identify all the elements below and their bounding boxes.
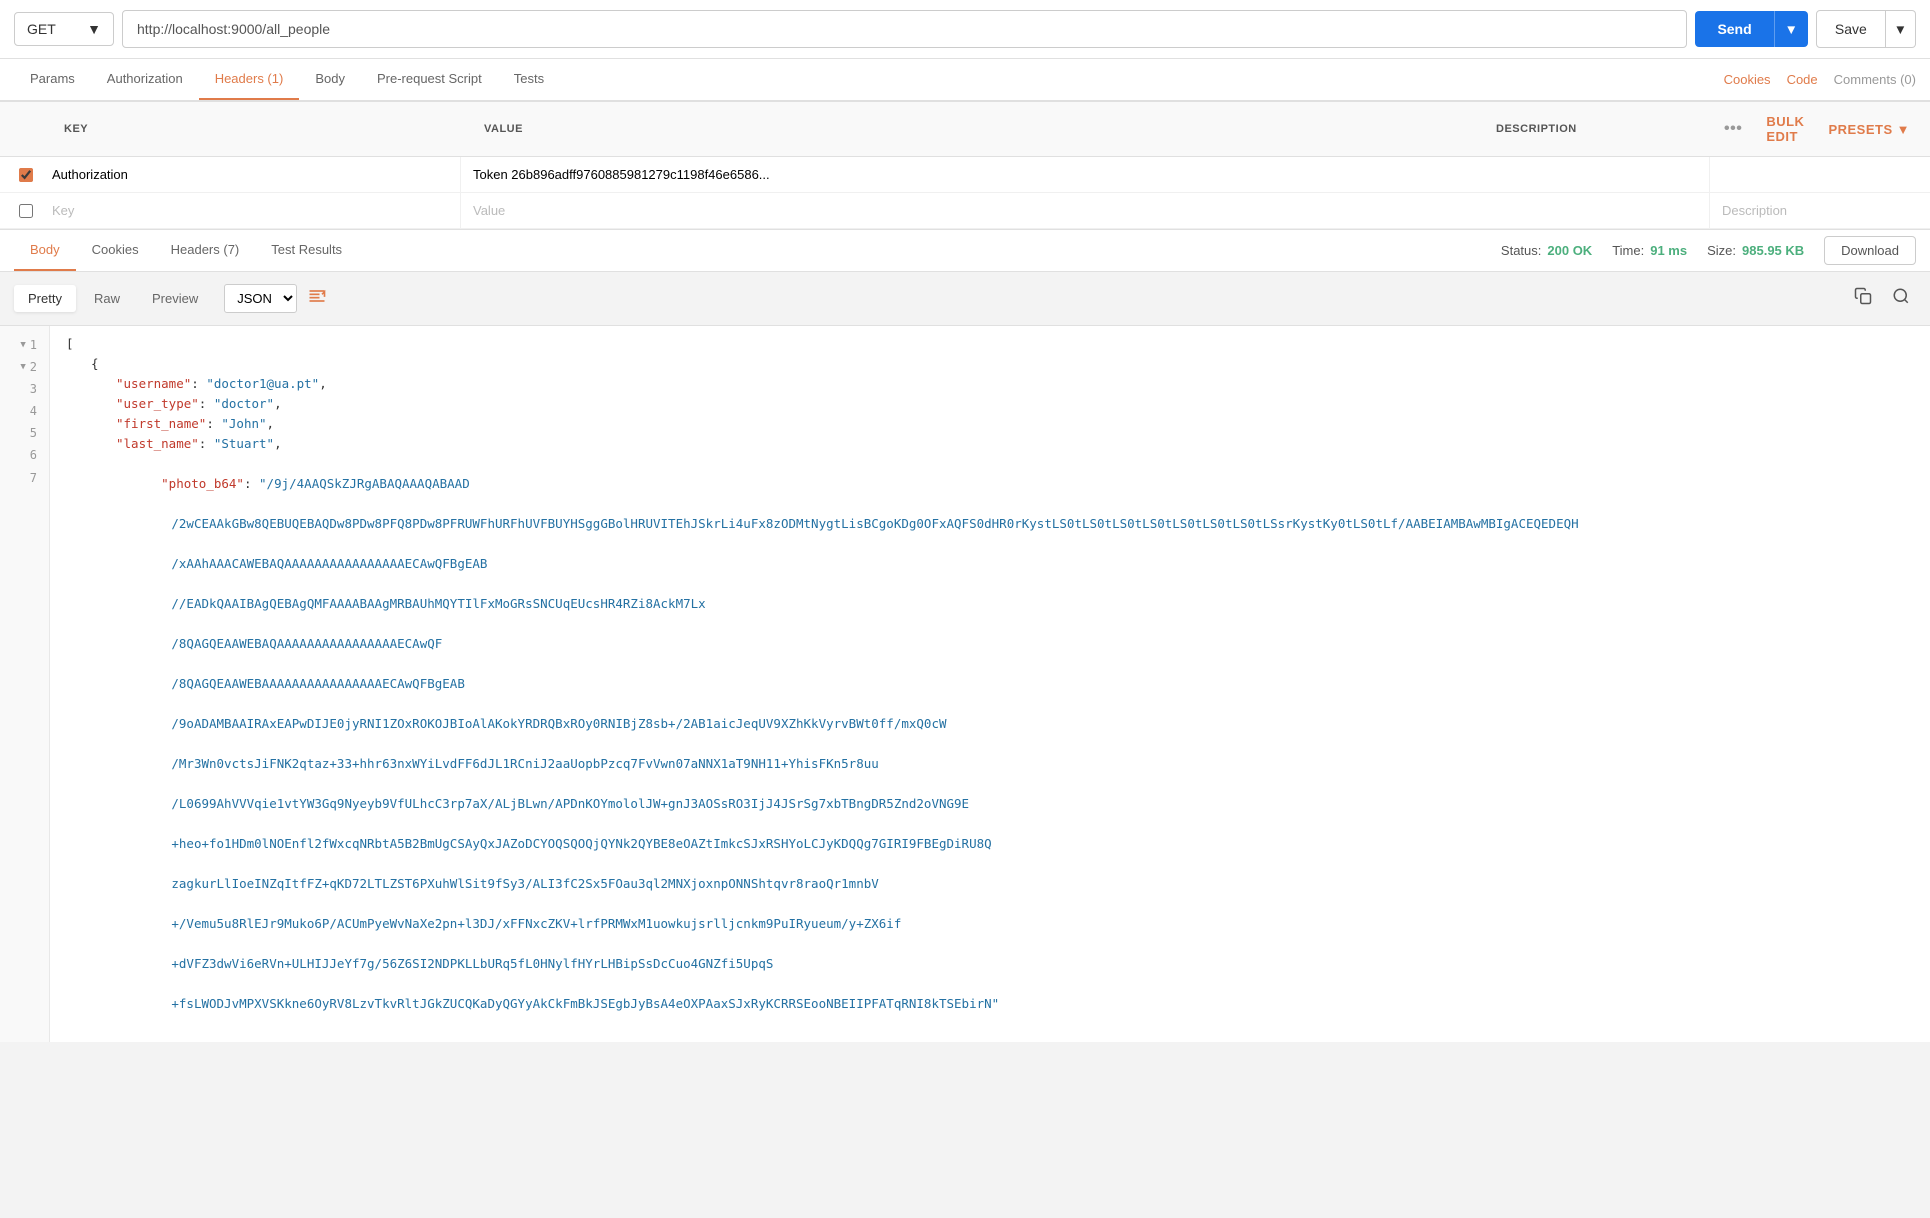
status-item: Status: 200 OK	[1501, 243, 1592, 258]
cell-value	[460, 157, 1710, 192]
cookies-link[interactable]: Cookies	[1724, 72, 1771, 87]
response-view-tabs: Pretty Raw Preview JSON	[0, 272, 1930, 326]
request-tabs: Params Authorization Headers (1) Body Pr…	[0, 59, 1930, 101]
empty-row-checkbox[interactable]	[19, 204, 33, 218]
send-dropdown-button[interactable]: ▼	[1774, 11, 1808, 47]
tab-params[interactable]: Params	[14, 59, 91, 100]
time-item: Time: 91 ms	[1612, 243, 1687, 258]
view-tab-preview[interactable]: Preview	[138, 285, 212, 312]
size-value: 985.95 KB	[1742, 243, 1804, 258]
code-line-3: "username": "doctor1@ua.pt",	[66, 374, 1914, 394]
cell-description	[1710, 157, 1930, 192]
save-dropdown-button[interactable]: ▼	[1886, 10, 1916, 48]
status-value: 200 OK	[1547, 243, 1592, 258]
view-tab-pretty[interactable]: Pretty	[14, 285, 76, 312]
toolbar: GET ▼ Send ▼ Save ▼	[0, 0, 1930, 59]
tab-authorization[interactable]: Authorization	[91, 59, 199, 100]
code-link[interactable]: Code	[1787, 72, 1818, 87]
empty-key-input[interactable]	[40, 193, 460, 228]
response-status-area: Status: 200 OK Time: 91 ms Size: 985.95 …	[1501, 236, 1916, 265]
request-tab-right: Cookies Code Comments (0)	[1724, 72, 1916, 87]
line-num-6: 6	[0, 445, 49, 467]
tab-tests[interactable]: Tests	[498, 59, 560, 100]
empty-row-checkbox-container	[12, 204, 40, 218]
bulk-edit-button[interactable]: Bulk Edit	[1758, 110, 1812, 148]
empty-cell-key	[40, 193, 460, 228]
table-row	[0, 157, 1930, 193]
code-line-1: [	[66, 334, 1914, 354]
line-num-1: ▼1	[0, 334, 49, 356]
row-checkbox-container	[12, 168, 40, 182]
line-num-7: 7	[0, 467, 49, 489]
view-tab-raw[interactable]: Raw	[80, 285, 134, 312]
more-options-icon[interactable]: •••	[1716, 116, 1750, 142]
json-format-group: JSON	[224, 280, 335, 317]
line-numbers: ▼1 ▼2 3 4 5 6 7	[0, 326, 50, 1042]
description-input[interactable]	[1710, 157, 1930, 192]
table-header-row: KEY VALUE DESCRIPTION ••• Bulk Edit Pres…	[0, 101, 1930, 157]
send-button[interactable]: Send	[1695, 11, 1773, 47]
presets-button[interactable]: Presets ▼	[1820, 118, 1918, 141]
res-tab-cookies[interactable]: Cookies	[76, 230, 155, 271]
url-input[interactable]	[122, 10, 1687, 48]
col-description: DESCRIPTION	[1484, 115, 1704, 143]
line-num-3: 3	[0, 378, 49, 400]
line-num-5: 5	[0, 423, 49, 445]
col-value: VALUE	[472, 115, 1484, 143]
empty-cell-description	[1710, 193, 1930, 228]
code-area: ▼1 ▼2 3 4 5 6 7 [ { "username": "doctor1…	[0, 326, 1930, 1042]
empty-cell-value	[460, 193, 1710, 228]
code-content: [ { "username": "doctor1@ua.pt", "user_t…	[50, 326, 1930, 1042]
code-line-5: "first_name": "John",	[66, 414, 1914, 434]
col-actions: ••• Bulk Edit Presets ▼	[1704, 102, 1930, 156]
key-input[interactable]	[40, 157, 460, 192]
wrap-icon[interactable]	[299, 280, 335, 317]
code-line-4: "user_type": "doctor",	[66, 394, 1914, 414]
size-label: Size:	[1707, 243, 1736, 258]
status-label: Status:	[1501, 243, 1541, 258]
value-input[interactable]	[461, 157, 1709, 192]
cell-key	[40, 157, 460, 192]
search-icon[interactable]	[1886, 283, 1916, 314]
presets-dropdown-icon: ▼	[1897, 122, 1910, 137]
headers-table: KEY VALUE DESCRIPTION ••• Bulk Edit Pres…	[0, 101, 1930, 230]
tab-prerequest[interactable]: Pre-request Script	[361, 59, 498, 100]
format-select[interactable]: JSON	[224, 284, 297, 313]
res-tab-body[interactable]: Body	[14, 230, 76, 271]
save-button-group: Save ▼	[1816, 10, 1916, 48]
code-line-2: {	[66, 354, 1914, 374]
method-label: GET	[27, 21, 56, 37]
tab-headers[interactable]: Headers (1)	[199, 59, 300, 100]
download-button[interactable]: Download	[1824, 236, 1916, 265]
empty-value-input[interactable]	[461, 193, 1709, 228]
code-line-7: "photo_b64": "/9j/4AAQSkZJRgABAQAAAQABAA…	[66, 454, 1914, 1034]
empty-table-row	[0, 193, 1930, 229]
comments-link[interactable]: Comments (0)	[1834, 72, 1916, 87]
method-dropdown-icon: ▼	[87, 21, 101, 37]
row-checkbox[interactable]	[19, 168, 33, 182]
code-line-6: "last_name": "Stuart",	[66, 434, 1914, 454]
time-value: 91 ms	[1650, 243, 1687, 258]
tab-body[interactable]: Body	[299, 59, 361, 100]
method-select[interactable]: GET ▼	[14, 12, 114, 46]
time-label: Time:	[1612, 243, 1644, 258]
save-button[interactable]: Save	[1816, 10, 1886, 48]
line-num-2: ▼2	[0, 356, 49, 378]
res-tab-test-results[interactable]: Test Results	[255, 230, 358, 271]
view-icons	[1848, 283, 1916, 314]
copy-icon[interactable]	[1848, 283, 1878, 314]
line-num-4: 4	[0, 401, 49, 423]
col-key: KEY	[52, 115, 472, 143]
response-tabs: Body Cookies Headers (7) Test Results St…	[0, 230, 1930, 272]
empty-description-input[interactable]	[1710, 193, 1930, 228]
send-button-group: Send ▼	[1695, 11, 1807, 47]
res-tab-headers[interactable]: Headers (7)	[155, 230, 256, 271]
size-item: Size: 985.95 KB	[1707, 243, 1804, 258]
